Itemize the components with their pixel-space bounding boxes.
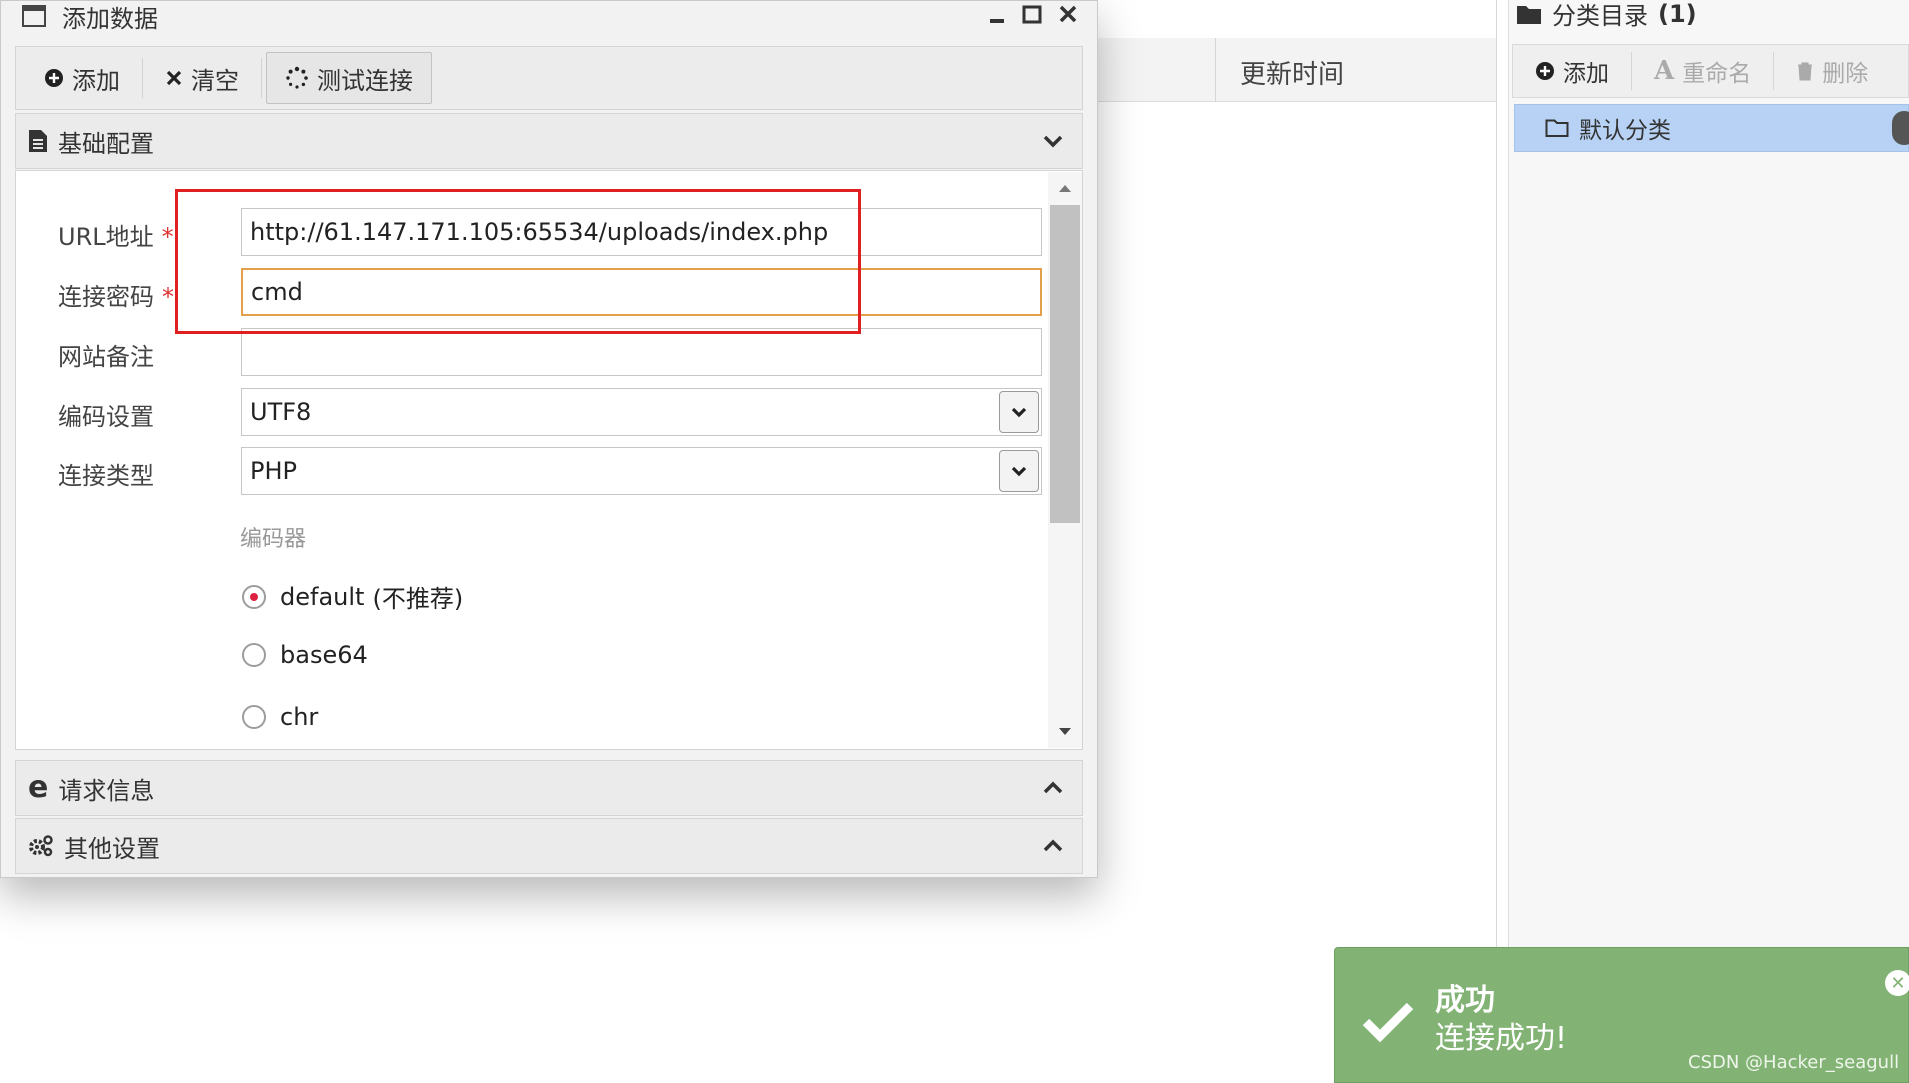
scroll-down-arrow-icon[interactable] — [1048, 722, 1082, 742]
required-mark: * — [161, 223, 174, 251]
category-add-button[interactable]: 添加 — [1513, 51, 1631, 91]
dialog-titlebar[interactable]: 添加数据 — [22, 0, 158, 33]
chevron-down-icon — [1043, 135, 1063, 148]
scrollbar-thumb[interactable] — [1050, 205, 1080, 523]
category-item-default[interactable]: 默认分类 — [1514, 104, 1909, 152]
font-icon: A — [1654, 56, 1675, 86]
window-controls — [988, 2, 1078, 26]
highlight-annotation-box — [175, 189, 861, 334]
gears-icon — [29, 835, 53, 857]
plus-circle-icon — [1536, 62, 1554, 80]
section-basic-title: 基础配置 — [58, 129, 154, 158]
trash-icon — [1798, 62, 1813, 81]
plus-circle-icon — [45, 69, 63, 87]
toast-close-icon[interactable]: ✕ — [1885, 970, 1909, 996]
note-input[interactable] — [241, 328, 1042, 376]
url-label: URL地址 * — [58, 217, 174, 252]
encoder-option-label: base64 — [280, 641, 368, 669]
encoding-select[interactable]: UTF8 — [241, 388, 1042, 436]
section-request-info[interactable]: e 请求信息 — [15, 760, 1083, 816]
category-add-label: 添加 — [1563, 61, 1609, 87]
category-count-badge — [1892, 111, 1909, 145]
encoder-option-label: default — [280, 582, 365, 611]
radio-icon[interactable] — [242, 705, 266, 729]
edge-icon: e — [28, 770, 49, 805]
spinner-icon — [286, 66, 308, 89]
category-rename-button[interactable]: A 重命名 — [1632, 51, 1773, 91]
folder-outline-icon — [1545, 119, 1569, 137]
minimize-icon[interactable] — [988, 2, 1006, 26]
scroll-up-arrow-icon[interactable] — [1048, 178, 1082, 198]
password-label-text: 连接密码 — [58, 283, 154, 311]
encoder-option-hint: (不推荐) — [372, 585, 464, 613]
section-other-settings[interactable]: 其他设置 — [15, 818, 1083, 874]
type-select[interactable]: PHP — [241, 447, 1042, 495]
column-header-update-time[interactable]: 更新时间 — [1240, 54, 1344, 91]
section-other-title: 其他设置 — [64, 834, 160, 863]
note-label: 网站备注 — [58, 343, 154, 371]
category-rename-label: 重命名 — [1682, 61, 1752, 87]
type-label: 连接类型 — [58, 462, 154, 490]
category-toolbar: 添加 A 重命名 删除 — [1512, 44, 1909, 98]
toast-message: 连接成功! — [1435, 1021, 1568, 1056]
add-button[interactable]: 添加 — [26, 52, 138, 104]
maximize-icon[interactable] — [1022, 2, 1042, 26]
encoding-select-value: UTF8 — [250, 398, 312, 426]
category-panel-title: 分类目录 (1) — [1516, 0, 1697, 31]
category-title-text: 分类目录 — [1552, 2, 1648, 30]
column-divider — [1215, 38, 1216, 102]
pane-divider — [1496, 0, 1497, 1083]
category-count: (1) — [1658, 0, 1697, 28]
type-dropdown-button[interactable] — [999, 450, 1039, 492]
password-label: 连接密码 * — [58, 277, 174, 312]
radio-icon[interactable] — [242, 643, 266, 667]
section-request-title: 请求信息 — [58, 776, 155, 805]
category-delete-label: 删除 — [1822, 61, 1869, 87]
chevron-up-icon — [1043, 781, 1063, 794]
x-icon — [166, 70, 182, 86]
encoder-option-base64[interactable]: base64 — [242, 641, 368, 669]
window-icon — [22, 5, 46, 27]
chevron-down-icon — [1011, 407, 1027, 418]
dialog-toolbar: 添加 清空 测试连接 — [15, 46, 1083, 110]
toolbar-divider — [261, 58, 262, 98]
chevron-down-icon — [1011, 466, 1027, 477]
dialog-title: 添加数据 — [62, 4, 158, 33]
required-mark: * — [162, 283, 174, 311]
encoder-option-default[interactable]: default (不推荐) — [242, 579, 463, 614]
encoder-label: 编码器 — [240, 527, 307, 552]
section-basic-config[interactable]: 基础配置 — [15, 113, 1083, 169]
radio-selected-icon[interactable] — [242, 584, 266, 609]
clear-button[interactable]: 清空 — [147, 52, 257, 104]
watermark-text: CSDN @Hacker_seagull — [1688, 1052, 1900, 1073]
clear-button-label: 清空 — [191, 66, 239, 95]
encoding-dropdown-button[interactable] — [999, 391, 1039, 433]
category-panel — [1508, 0, 1909, 1083]
document-icon — [29, 130, 47, 152]
add-button-label: 添加 — [72, 66, 120, 95]
chevron-up-icon — [1043, 839, 1063, 852]
category-item-label: 默认分类 — [1579, 118, 1671, 144]
toolbar-divider — [142, 58, 143, 98]
type-select-value: PHP — [250, 457, 297, 485]
encoder-option-chr[interactable]: chr — [242, 703, 318, 731]
test-connection-button[interactable]: 测试连接 — [266, 52, 432, 104]
encoding-label: 编码设置 — [58, 403, 154, 431]
category-delete-button[interactable]: 删除 — [1774, 51, 1890, 91]
test-connection-label: 测试连接 — [317, 66, 413, 95]
encoder-option-label: chr — [280, 703, 319, 731]
checkmark-icon — [1362, 1002, 1414, 1043]
close-icon[interactable] — [1058, 2, 1078, 26]
folder-icon — [1517, 5, 1541, 24]
url-label-text: URL地址 — [58, 223, 154, 251]
